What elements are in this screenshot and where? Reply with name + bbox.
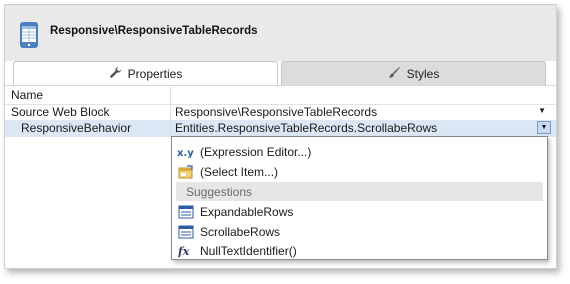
property-name-label: Name xyxy=(11,88,44,102)
section-label: Suggestions xyxy=(186,184,253,199)
dropdown-item-label: (Expression Editor...) xyxy=(200,144,312,159)
dropdown-item-null-text-identifier[interactable]: fx NullTextIdentifier() xyxy=(176,241,543,260)
dropdown-item-label: (Select Item...) xyxy=(200,164,279,179)
xy-expression-icon: x.y xyxy=(176,144,196,160)
property-responsive-behavior-label: ResponsiveBehavior xyxy=(21,121,132,135)
brush-icon xyxy=(388,66,401,82)
web-block-icon xyxy=(19,21,39,49)
dropdown-item-expression-editor[interactable]: x.y (Expression Editor...) xyxy=(176,142,543,161)
property-row-responsive-behavior[interactable]: ResponsiveBehavior Entities.ResponsiveTa… xyxy=(5,120,556,137)
svg-text:x.y: x.y xyxy=(177,148,194,158)
wrench-icon xyxy=(109,66,122,82)
select-item-icon xyxy=(176,164,196,180)
entity-record-icon xyxy=(176,224,196,240)
function-icon: fx xyxy=(176,243,196,259)
dropdown-toggle-button[interactable]: ▼ xyxy=(537,121,551,134)
column-divider xyxy=(170,87,171,137)
dropdown-section-suggestions: Suggestions xyxy=(176,182,543,201)
properties-panel: Responsive\ResponsiveTableRecords Proper… xyxy=(4,4,557,269)
property-source-web-block-value[interactable]: Responsive\ResponsiveTableRecords xyxy=(175,105,377,119)
panel-header: Responsive\ResponsiveTableRecords xyxy=(5,5,556,61)
tab-properties-label: Properties xyxy=(127,66,183,81)
entity-record-icon xyxy=(176,204,196,220)
property-source-web-block-label: Source Web Block xyxy=(11,105,110,119)
tab-properties[interactable]: Properties xyxy=(13,61,278,85)
svg-text:fx: fx xyxy=(178,245,190,258)
tab-divider xyxy=(5,85,556,86)
property-responsive-behavior-value[interactable]: Entities.ResponsiveTableRecords.Scrollab… xyxy=(175,121,437,135)
dropdown-item-select-item[interactable]: (Select Item...) xyxy=(176,162,543,181)
tab-styles-label: Styles xyxy=(406,66,440,81)
dropdown-item-expandable-rows[interactable]: ExpandableRows xyxy=(176,202,543,221)
dropdown-item-label: ExpandableRows xyxy=(200,204,294,219)
responsive-behavior-dropdown: x.y (Expression Editor...) (Select Item.… xyxy=(171,136,548,260)
chevron-down-icon[interactable]: ▼ xyxy=(538,106,546,115)
page-title: Responsive\ResponsiveTableRecords xyxy=(50,25,258,37)
tab-styles[interactable]: Styles xyxy=(281,61,546,85)
dropdown-item-scrollabe-rows[interactable]: ScrollabeRows xyxy=(176,222,543,241)
dropdown-item-label: ScrollabeRows xyxy=(200,224,281,239)
property-row-name[interactable]: Name xyxy=(5,87,556,105)
dropdown-item-label: NullTextIdentifier() xyxy=(200,243,297,258)
